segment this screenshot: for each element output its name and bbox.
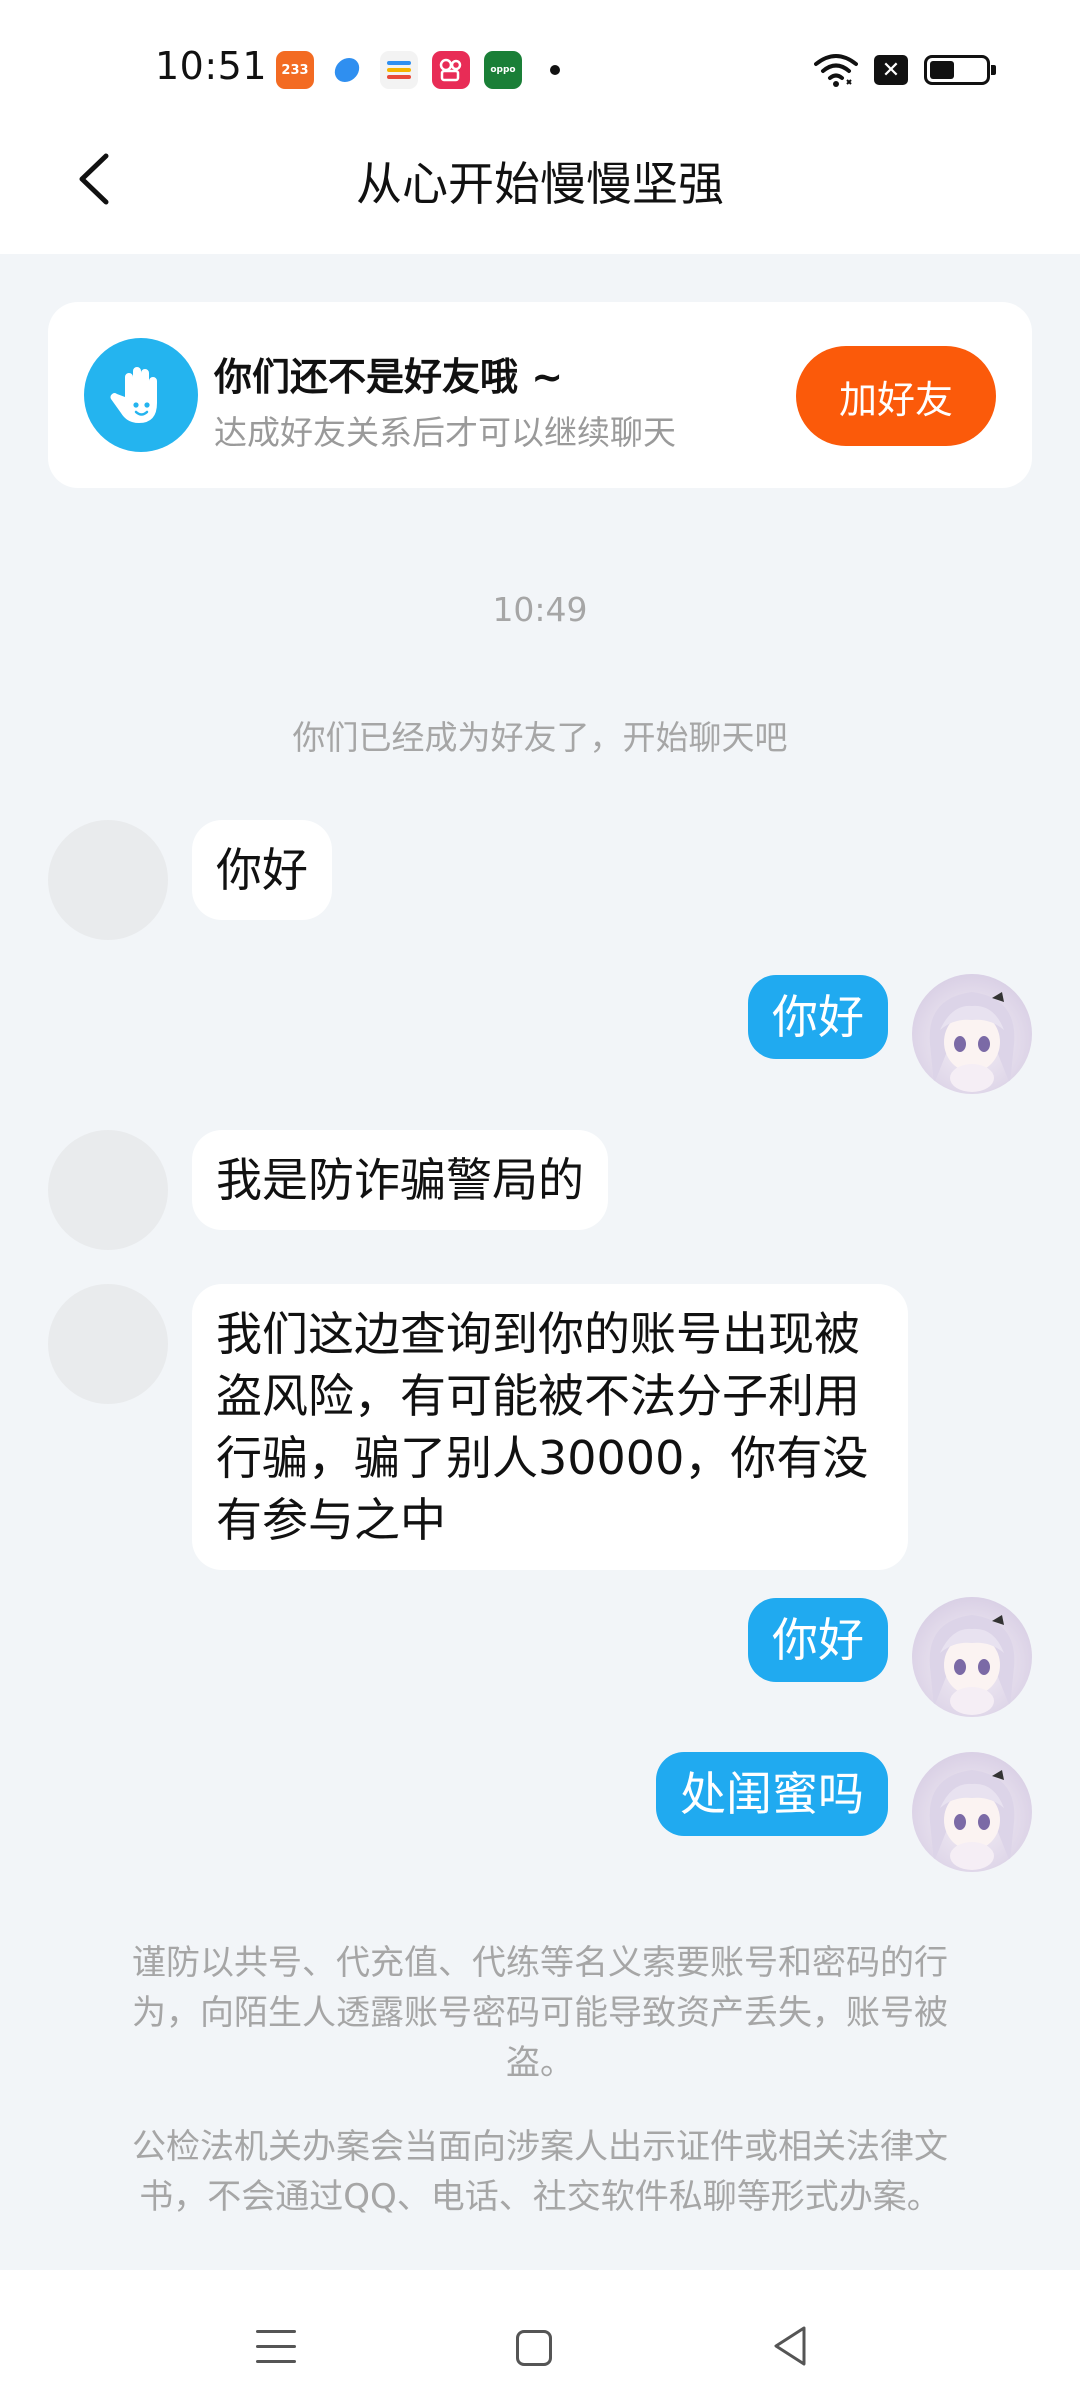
chat-timestamp: 10:49	[492, 590, 588, 629]
waving-hand-icon	[84, 338, 198, 452]
233-app-icon: 233	[276, 51, 314, 89]
back-icon[interactable]	[770, 2324, 810, 2368]
sim-blocked-icon: ✕	[874, 55, 908, 85]
system-icons: ✕	[814, 52, 996, 88]
friend-card-title: 你们还不是好友哦 ~	[214, 355, 564, 399]
blue-app-icon	[328, 51, 366, 89]
wifi-icon	[814, 54, 858, 87]
incoming-message[interactable]: 我是防诈骗警局的	[192, 1130, 608, 1230]
home-icon[interactable]	[516, 2330, 552, 2366]
add-friend-button[interactable]: 加好友	[796, 346, 996, 446]
friend-request-card: 你们还不是好友哦 ~ 达成好友关系后才可以继续聊天 加好友	[48, 302, 1032, 488]
other-user-avatar[interactable]	[48, 1284, 168, 1404]
menu-icon[interactable]	[256, 2330, 296, 2364]
legal-notice: 公检法机关办案会当面向涉案人出示证件或相关法律文书，不会通过QQ、电话、社交软件…	[132, 2127, 948, 2217]
oppo-app-icon: oppo	[484, 51, 522, 89]
system-navigation-bar	[0, 2270, 1080, 2400]
notification-icons: 233 oppo	[276, 51, 560, 89]
friend-card-subtitle: 达成好友关系后才可以继续聊天	[214, 413, 676, 452]
more-notifications-dot	[550, 65, 560, 75]
kuaishou-app-icon	[432, 51, 470, 89]
other-user-avatar[interactable]	[48, 820, 168, 940]
my-avatar[interactable]	[912, 1597, 1032, 1717]
other-user-avatar[interactable]	[48, 1130, 168, 1250]
wallet-app-icon	[380, 51, 418, 89]
page-title: 从心开始慢慢坚强	[356, 157, 724, 211]
security-warning: 谨防以共号、代充值、代练等名义索要账号和密码的行为，向陌生人透露账号密码可能导致…	[132, 1943, 948, 2083]
battery-level	[930, 61, 955, 79]
incoming-message[interactable]: 我们这边查询到你的账号出现被盗风险，有可能被不法分子利用行骗，骗了别人30000…	[192, 1284, 908, 1570]
outgoing-message[interactable]: 你好	[748, 975, 888, 1059]
battery-icon	[924, 55, 996, 85]
status-bar: 10:51 233 oppo ✕	[0, 0, 1080, 140]
my-avatar[interactable]	[912, 974, 1032, 1094]
outgoing-message[interactable]: 处闺蜜吗	[656, 1752, 888, 1836]
status-time: 10:51	[155, 44, 268, 88]
incoming-message[interactable]: 你好	[192, 820, 332, 920]
my-avatar[interactable]	[912, 1752, 1032, 1872]
outgoing-message[interactable]: 你好	[748, 1598, 888, 1682]
system-message: 你们已经成为好友了，开始聊天吧	[292, 718, 788, 757]
